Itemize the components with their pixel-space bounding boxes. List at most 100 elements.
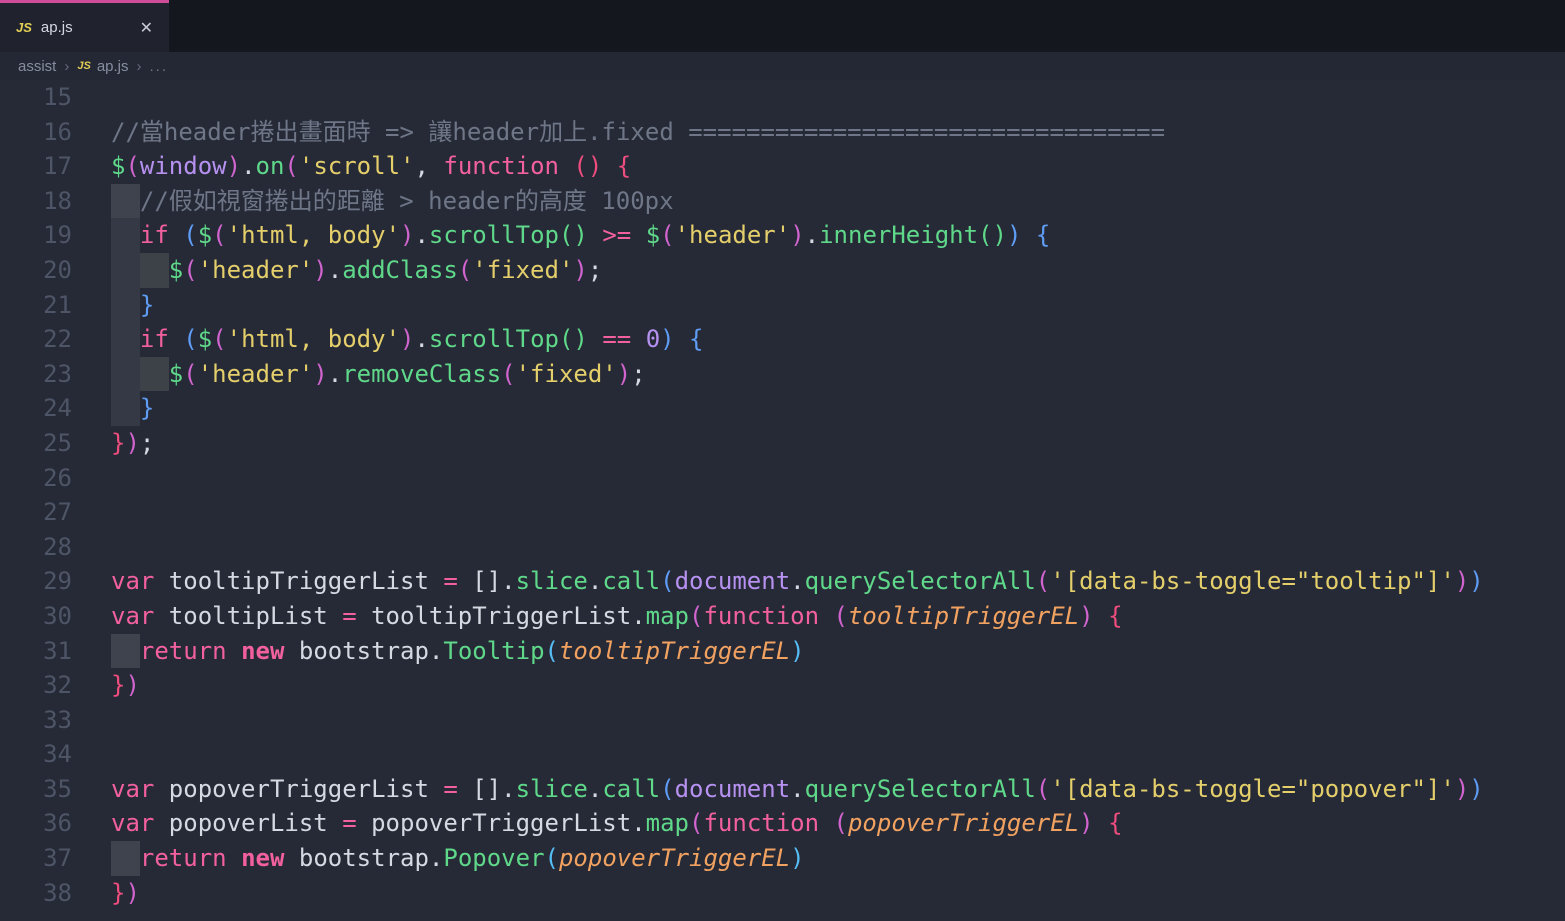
code-content: var tooltipTriggerList = [].slice.call(d… xyxy=(111,564,1565,599)
code-line[interactable]: 37 return new bootstrap.Popover(popoverT… xyxy=(0,841,1565,876)
code-editor[interactable]: 1516 //當header捲出畫面時 => 讓header加上.fixed ==… xyxy=(0,80,1565,921)
code-content: //當header捲出畫面時 => 讓header加上.fixed ======… xyxy=(111,115,1565,150)
line-number[interactable]: 29 xyxy=(0,564,72,599)
code-content xyxy=(111,703,1565,738)
code-text: }); xyxy=(111,429,154,457)
code-text: $('header').addClass('fixed'); xyxy=(111,256,602,284)
code-content xyxy=(111,495,1565,530)
line-number[interactable]: 24 xyxy=(0,391,72,426)
line-number[interactable]: 36 xyxy=(0,806,72,841)
code-text: } xyxy=(111,394,154,422)
code-line[interactable]: 24 } xyxy=(0,391,1565,426)
code-content xyxy=(111,737,1565,772)
chevron-right-icon: › xyxy=(137,58,142,75)
line-number[interactable]: 27 xyxy=(0,495,72,530)
code-line[interactable]: 28 xyxy=(0,530,1565,565)
code-content: $('header').addClass('fixed'); xyxy=(111,253,1565,288)
code-text: var tooltipList = tooltipTriggerList.map… xyxy=(111,602,1123,630)
line-number[interactable]: 17 xyxy=(0,149,72,184)
line-number[interactable]: 35 xyxy=(0,772,72,807)
code-line[interactable]: 23 $('header').removeClass('fixed'); xyxy=(0,357,1565,392)
code-line[interactable]: 30 var tooltipList = tooltipTriggerList.m… xyxy=(0,599,1565,634)
line-number[interactable]: 26 xyxy=(0,461,72,496)
line-number[interactable]: 32 xyxy=(0,668,72,703)
code-line[interactable]: 21 } xyxy=(0,288,1565,323)
code-text: return new bootstrap.Popover(popoverTrig… xyxy=(111,844,805,872)
line-number[interactable]: 22 xyxy=(0,322,72,357)
code-text: if ($('html, body').scrollTop() == 0) { xyxy=(111,325,704,353)
code-text: $(window).on('scroll', function () { xyxy=(111,152,631,180)
code-line[interactable]: 34 xyxy=(0,737,1565,772)
code-text: //當header捲出畫面時 => 讓header加上.fixed ======… xyxy=(111,118,1165,146)
code-line[interactable]: 20 $('header').addClass('fixed'); xyxy=(0,253,1565,288)
code-line[interactable]: 38}) xyxy=(0,876,1565,911)
line-number[interactable]: 33 xyxy=(0,703,72,738)
code-line[interactable]: 16 //當header捲出畫面時 => 讓header加上.fixed ====… xyxy=(0,115,1565,150)
code-line[interactable]: 35 var popoverTriggerList = [].slice.call… xyxy=(0,772,1565,807)
code-line[interactable]: 27 xyxy=(0,495,1565,530)
code-line[interactable]: 32}) xyxy=(0,668,1565,703)
line-number[interactable]: 16 xyxy=(0,115,72,150)
code-content: return new bootstrap.Popover(popoverTrig… xyxy=(111,841,1565,876)
breadcrumb-item-file[interactable]: ap.js xyxy=(97,58,129,75)
code-content: //假如視窗捲出的距離 > header的高度 100px xyxy=(111,184,1565,219)
code-content xyxy=(111,80,1565,115)
code-text: var popoverTriggerList = [].slice.call(d… xyxy=(111,775,1484,803)
code-text: var popoverList = popoverTriggerList.map… xyxy=(111,809,1123,837)
tab-bar: JS ap.js ✕ xyxy=(0,0,1565,52)
code-content: var popoverTriggerList = [].slice.call(d… xyxy=(111,772,1565,807)
code-line[interactable]: 17 $(window).on('scroll', function () { xyxy=(0,149,1565,184)
breadcrumb-more[interactable]: ... xyxy=(150,58,169,75)
code-text: if ($('html, body').scrollTop() >= $('he… xyxy=(111,221,1050,249)
code-content: }) xyxy=(111,668,1565,703)
line-number[interactable]: 25 xyxy=(0,426,72,461)
line-number[interactable]: 23 xyxy=(0,357,72,392)
code-content: }) xyxy=(111,876,1565,911)
code-line[interactable]: 29 var tooltipTriggerList = [].slice.call… xyxy=(0,564,1565,599)
line-number[interactable]: 28 xyxy=(0,530,72,565)
code-line[interactable]: 18 //假如視窗捲出的距離 > header的高度 100px xyxy=(0,184,1565,219)
line-number[interactable]: 30 xyxy=(0,599,72,634)
close-icon[interactable]: ✕ xyxy=(136,16,157,40)
tab-apjs[interactable]: JS ap.js ✕ xyxy=(0,0,169,52)
tab-title: ap.js xyxy=(41,19,136,36)
code-text: $('header').removeClass('fixed'); xyxy=(111,360,646,388)
breadcrumb-item-folder[interactable]: assist xyxy=(18,58,56,75)
code-content: var tooltipList = tooltipTriggerList.map… xyxy=(111,599,1565,634)
line-number[interactable]: 15 xyxy=(0,80,72,115)
code-area: 1516 //當header捲出畫面時 => 讓header加上.fixed ==… xyxy=(0,80,1565,910)
code-line[interactable]: 31 return new bootstrap.Tooltip(tooltipT… xyxy=(0,634,1565,669)
code-content: var popoverList = popoverTriggerList.map… xyxy=(111,806,1565,841)
line-number[interactable]: 21 xyxy=(0,288,72,323)
line-number[interactable]: 37 xyxy=(0,841,72,876)
line-number[interactable]: 34 xyxy=(0,737,72,772)
code-content: $('header').removeClass('fixed'); xyxy=(111,357,1565,392)
line-number[interactable]: 31 xyxy=(0,634,72,669)
js-file-icon: JS xyxy=(77,60,90,72)
code-line[interactable]: 25}); xyxy=(0,426,1565,461)
code-text: } xyxy=(111,291,154,319)
code-line[interactable]: 22 if ($('html, body').scrollTop() == 0)… xyxy=(0,322,1565,357)
code-text: //假如視窗捲出的距離 > header的高度 100px xyxy=(111,187,674,215)
code-line[interactable]: 19 if ($('html, body').scrollTop() >= $(… xyxy=(0,218,1565,253)
js-file-icon: JS xyxy=(16,20,32,35)
breadcrumb: assist › JS ap.js › ... xyxy=(0,52,1565,80)
code-content: }); xyxy=(111,426,1565,461)
code-content: if ($('html, body').scrollTop() >= $('he… xyxy=(111,218,1565,253)
line-number[interactable]: 38 xyxy=(0,876,72,911)
code-content xyxy=(111,461,1565,496)
code-line[interactable]: 26 xyxy=(0,461,1565,496)
code-content: } xyxy=(111,391,1565,426)
line-number[interactable]: 20 xyxy=(0,253,72,288)
code-text: var tooltipTriggerList = [].slice.call(d… xyxy=(111,567,1484,595)
line-number[interactable]: 18 xyxy=(0,184,72,219)
line-number[interactable]: 19 xyxy=(0,218,72,253)
chevron-right-icon: › xyxy=(64,58,69,75)
code-line[interactable]: 33 xyxy=(0,703,1565,738)
code-content: } xyxy=(111,288,1565,323)
code-content: if ($('html, body').scrollTop() == 0) { xyxy=(111,322,1565,357)
code-line[interactable]: 15 xyxy=(0,80,1565,115)
code-text: return new bootstrap.Tooltip(tooltipTrig… xyxy=(111,637,805,665)
code-text: }) xyxy=(111,671,140,699)
code-line[interactable]: 36 var popoverList = popoverTriggerList.m… xyxy=(0,806,1565,841)
